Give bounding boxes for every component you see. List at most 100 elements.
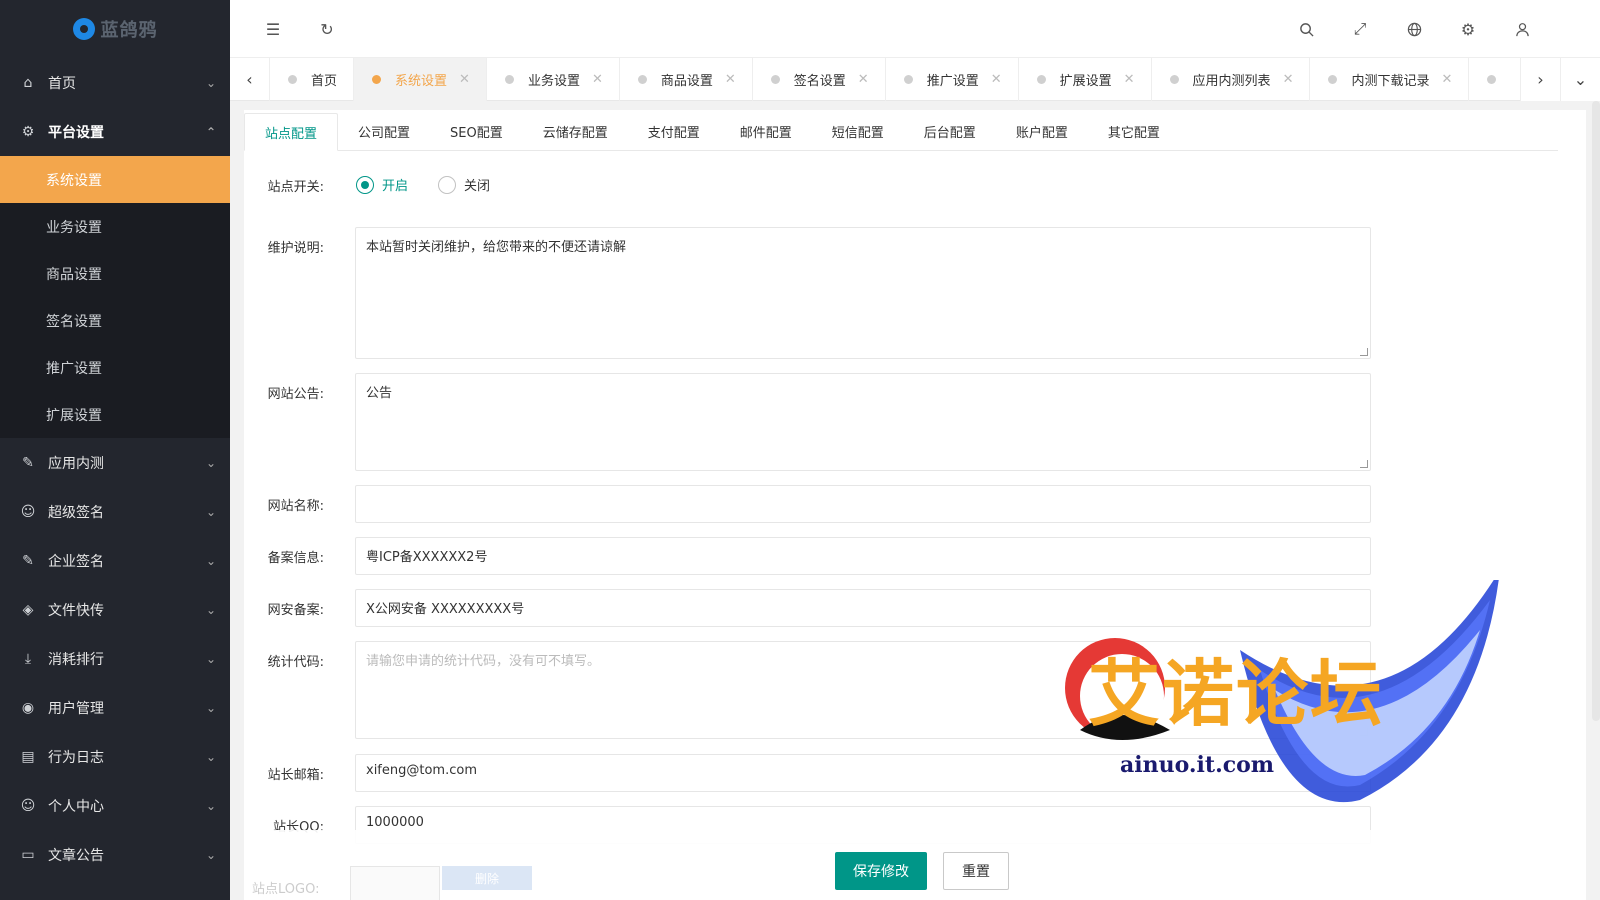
field-label: 维护说明: — [267, 241, 324, 256]
globe-icon[interactable] — [1403, 18, 1425, 40]
subtab-mail-config[interactable]: 邮件配置 — [720, 112, 812, 150]
sidebar-item-consumption-ranking[interactable]: ⤓ 消耗排行 ⌄ — [0, 634, 230, 683]
close-icon[interactable]: ✕ — [1124, 72, 1135, 87]
close-icon[interactable]: ✕ — [1441, 72, 1452, 87]
subtab-seo-config[interactable]: SEO配置 — [430, 112, 523, 150]
paperclip-icon: ✎ — [22, 454, 34, 471]
download-icon: ⤓ — [24, 650, 32, 667]
close-icon[interactable]: ✕ — [991, 72, 1002, 87]
sidebar-item-article-notice[interactable]: ▭ 文章公告 ⌄ — [0, 830, 230, 879]
subtab-account-config[interactable]: 账户配置 — [996, 112, 1088, 150]
logo-icon — [72, 18, 95, 40]
chevron-down-icon: ⌄ — [205, 847, 216, 862]
save-button[interactable]: 保存修改 — [835, 852, 927, 890]
subtab-sms-config[interactable]: 短信配置 — [812, 112, 904, 150]
tab-label: 业务设置 — [527, 73, 580, 89]
settings-icon[interactable]: ⚙ — [1457, 18, 1479, 40]
subtab-payment-config[interactable]: 支付配置 — [628, 112, 720, 150]
user-icon[interactable] — [1511, 18, 1533, 40]
subtab-cloud-storage-config[interactable]: 云储存配置 — [523, 112, 628, 150]
close-icon[interactable]: ✕ — [1283, 72, 1294, 87]
sidebar-item-user-management[interactable]: ◉ 用户管理 ⌄ — [0, 683, 230, 732]
sidebar-item-label: 首页 — [48, 75, 76, 92]
resize-handle-icon[interactable] — [1360, 460, 1368, 468]
tab-label: 推广设置 — [926, 73, 979, 89]
search-icon[interactable] — [1295, 18, 1317, 40]
tab-promotion-settings[interactable]: 推广设置 ✕ — [886, 57, 1019, 101]
sidebar-item-super-signature[interactable]: ☺ 超级签名 ⌄ — [0, 487, 230, 536]
sidebar-subitem-product-settings[interactable]: 商品设置 — [0, 250, 230, 297]
tab-scroll-right-icon[interactable]: › — [1520, 58, 1560, 101]
field-placeholder: 请输您申请的统计代码，没有可不填写。 — [366, 654, 601, 669]
page-tab-bar: ‹ 首页 系统设置 ✕ 业务设置 ✕ 商品设置 ✕ 签名设置 ✕ 推广设置 ✕ … — [230, 57, 1600, 101]
sidebar-item-home[interactable]: ⌂ 首页 ⌄ — [0, 58, 230, 107]
resize-handle-icon[interactable] — [1360, 348, 1368, 356]
sidebar-item-enterprise-signature[interactable]: ✎ 企业签名 ⌄ — [0, 536, 230, 585]
close-icon[interactable]: ✕ — [592, 72, 603, 87]
tab-app-beta-list[interactable]: 应用内测列表 ✕ — [1152, 57, 1311, 101]
subtab-company-config[interactable]: 公司配置 — [338, 112, 430, 150]
site-logo-preview[interactable] — [350, 866, 440, 900]
resize-handle-icon[interactable] — [1360, 728, 1368, 736]
menu-collapse-icon[interactable]: ☰ — [262, 18, 284, 40]
fullscreen-icon[interactable]: ⤢ — [1349, 18, 1371, 40]
field-value: 本站暂时关闭维护，给您带来的不便还请谅解 — [366, 240, 627, 255]
reset-button[interactable]: 重置 — [943, 852, 1009, 890]
close-icon[interactable]: ✕ — [858, 72, 869, 87]
site-switch-off-radio[interactable]: 关闭 — [438, 175, 490, 194]
stats-code-textarea[interactable]: 请输您申请的统计代码，没有可不填写。 — [355, 641, 1371, 739]
sidebar-subitem-extension-settings[interactable]: 扩展设置 — [0, 391, 230, 438]
subtab-admin-config[interactable]: 后台配置 — [904, 112, 996, 150]
sidebar-item-label: 文件快传 — [48, 602, 104, 619]
close-icon[interactable]: ✕ — [725, 72, 736, 87]
sidebar-item-app-beta[interactable]: ✎ 应用内测 ⌄ — [0, 438, 230, 487]
tab-extension-settings[interactable]: 扩展设置 ✕ — [1019, 57, 1152, 101]
site-switch-on-radio[interactable]: 开启 — [356, 175, 408, 194]
site-name-input[interactable] — [355, 485, 1371, 523]
tab-system-settings[interactable]: 系统设置 ✕ — [354, 57, 487, 101]
sidebar-subitem-business-settings[interactable]: 业务设置 — [0, 203, 230, 250]
tab-product-settings[interactable]: 商品设置 ✕ — [620, 57, 753, 101]
tab-business-settings[interactable]: 业务设置 ✕ — [487, 57, 620, 101]
tab-beta-download-records[interactable]: 内测下载记录 ✕ — [1310, 57, 1470, 101]
sidebar-subitem-promotion-settings[interactable]: 推广设置 — [0, 344, 230, 391]
page-scrollbar[interactable] — [1592, 101, 1600, 721]
tab-dot — [372, 74, 382, 84]
tab-scroll-left-icon[interactable]: ‹ — [230, 57, 270, 101]
sidebar-item-behavior-log[interactable]: ▤ 行为日志 ⌄ — [0, 732, 230, 781]
close-icon[interactable]: ✕ — [459, 72, 470, 87]
sidebar-item-platform-settings[interactable]: ⚙ 平台设置 ⌃ — [0, 107, 230, 156]
delete-logo-button[interactable]: 删除 — [442, 866, 532, 890]
chevron-down-icon: ⌄ — [205, 651, 216, 666]
app-logo[interactable]: 蓝鸽鸦 — [0, 0, 230, 58]
sidebar-item-label: 企业签名 — [48, 553, 104, 570]
maintenance-textarea[interactable]: 本站暂时关闭维护，给您带来的不便还请谅解 — [355, 227, 1371, 359]
tab-label: 首页 — [311, 73, 338, 89]
sidebar-item-label: 文章公告 — [48, 847, 104, 864]
icp-input[interactable]: 粤ICP备XXXXXX2号 — [355, 537, 1371, 575]
sidebar-item-personal-center[interactable]: ☺ 个人中心 ⌄ — [0, 781, 230, 830]
field-label: 站点开关: — [267, 180, 324, 195]
sidebar-item-label: 超级签名 — [48, 504, 104, 521]
notice-textarea[interactable]: 公告 — [355, 373, 1371, 471]
tab-partial[interactable] — [1469, 58, 1520, 101]
field-label: 备案信息: — [267, 551, 324, 566]
refresh-icon[interactable]: ↻ — [316, 18, 338, 40]
subtab-site-config[interactable]: 站点配置 — [244, 113, 339, 151]
sidebar-item-file-transfer[interactable]: ◈ 文件快传 ⌄ — [0, 585, 230, 634]
radio-label: 关闭 — [464, 179, 491, 194]
tab-signature-settings[interactable]: 签名设置 ✕ — [753, 57, 886, 101]
sidebar-subitem-signature-settings[interactable]: 签名设置 — [0, 297, 230, 344]
sidebar-item-label: 消耗排行 — [48, 651, 104, 668]
home-icon: ⌂ — [23, 74, 33, 91]
tab-home[interactable]: 首页 — [270, 57, 355, 101]
layers-icon: ◈ — [22, 601, 34, 618]
admin-email-input[interactable]: xifeng@tom.com — [355, 754, 1371, 792]
police-record-input[interactable]: X公网安备 XXXXXXXXX号 — [355, 589, 1371, 627]
sidebar-subitem-system-settings[interactable]: 系统设置 — [0, 156, 230, 203]
smile-icon: ☺ — [20, 797, 36, 814]
field-value: X公网安备 XXXXXXXXX号 — [366, 602, 525, 617]
tab-menu-chevron-down-icon[interactable]: ⌄ — [1560, 58, 1600, 101]
tab-dot — [288, 74, 297, 84]
subtab-other-config[interactable]: 其它配置 — [1088, 112, 1180, 150]
